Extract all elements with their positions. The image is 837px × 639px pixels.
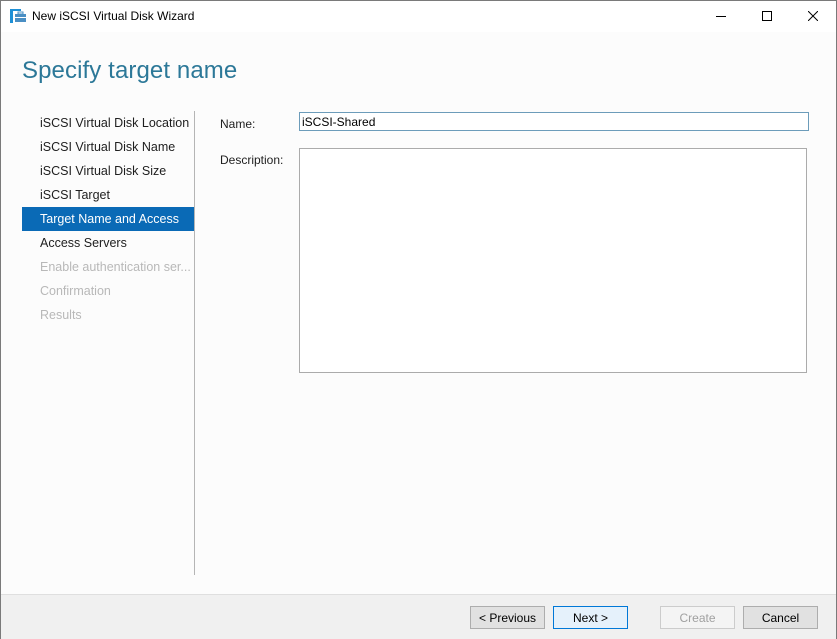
- wizard-window: New iSCSI Virtual Disk Wizard Specify ta…: [0, 0, 837, 639]
- nav-step-confirmation: Confirmation: [40, 284, 111, 298]
- nav-step-access-servers[interactable]: Access Servers: [22, 231, 194, 255]
- nav-divider: [194, 111, 195, 575]
- nav-step-disk-size[interactable]: iSCSI Virtual Disk Size: [22, 159, 194, 183]
- create-button: Create: [660, 606, 735, 629]
- description-textarea[interactable]: [299, 148, 807, 373]
- maximize-button[interactable]: [744, 1, 790, 32]
- close-button[interactable]: [790, 1, 836, 32]
- nav-step-results: Results: [40, 308, 82, 322]
- description-label: Description:: [220, 153, 284, 167]
- name-input[interactable]: [299, 112, 809, 131]
- nav-step-target-name-access[interactable]: Target Name and Access: [22, 207, 194, 231]
- nav-step-enable-authentication: Enable authentication ser...: [40, 260, 191, 274]
- name-label: Name:: [220, 117, 256, 131]
- minimize-icon: [716, 10, 726, 24]
- wizard-footer: < Previous Next > Create Cancel: [1, 594, 836, 639]
- window-title: New iSCSI Virtual Disk Wizard: [32, 9, 195, 23]
- wizard-toolbox-icon: [10, 9, 26, 23]
- nav-step-disk-location[interactable]: iSCSI Virtual Disk Location: [22, 111, 194, 135]
- nav-step-iscsi-target[interactable]: iSCSI Target: [22, 183, 194, 207]
- maximize-icon: [762, 10, 772, 24]
- wizard-steps-nav: iSCSI Virtual Disk Location iSCSI Virtua…: [22, 111, 194, 327]
- page-heading: Specify target name: [22, 57, 238, 84]
- minimize-button[interactable]: [698, 1, 744, 32]
- nav-step-disk-name[interactable]: iSCSI Virtual Disk Name: [22, 135, 194, 159]
- close-icon: [807, 10, 819, 24]
- cancel-button[interactable]: Cancel: [743, 606, 818, 629]
- previous-button[interactable]: < Previous: [470, 606, 545, 629]
- next-button[interactable]: Next >: [553, 606, 628, 629]
- title-bar[interactable]: New iSCSI Virtual Disk Wizard: [1, 1, 836, 32]
